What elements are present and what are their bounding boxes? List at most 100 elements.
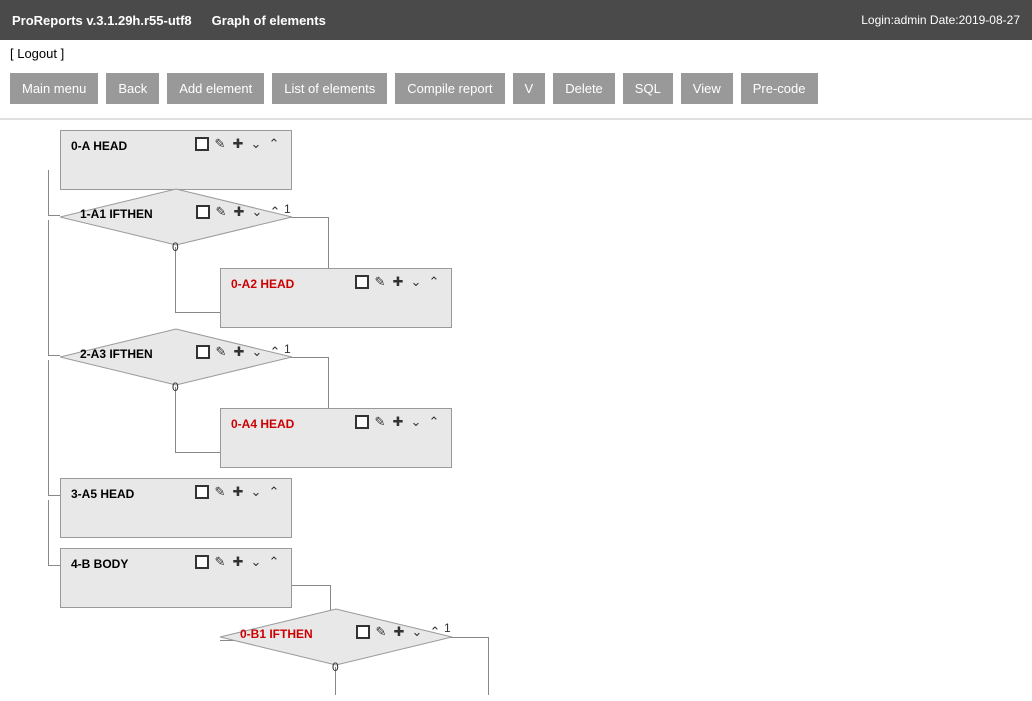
node-label: 0-A4 HEAD bbox=[231, 417, 294, 431]
checkbox[interactable] bbox=[196, 205, 210, 219]
node-controls: ✎ ✚ ⌄ ⌃ bbox=[195, 485, 281, 499]
chevron-down-icon[interactable]: ⌄ bbox=[249, 555, 263, 569]
connector bbox=[48, 170, 49, 215]
logout-row: [ Logout ] bbox=[0, 40, 1032, 67]
plus-icon[interactable]: ✚ bbox=[391, 415, 405, 429]
plus-icon[interactable]: ✚ bbox=[232, 205, 246, 219]
chevron-up-icon[interactable]: ⌃ bbox=[428, 625, 442, 639]
pencil-icon[interactable]: ✎ bbox=[373, 415, 387, 429]
plus-icon[interactable]: ✚ bbox=[392, 625, 406, 639]
node-label: 4-B BODY bbox=[71, 557, 128, 571]
node-label: 0-A HEAD bbox=[71, 139, 127, 153]
chevron-up-icon[interactable]: ⌃ bbox=[267, 137, 281, 151]
node-ifthen[interactable]: 2-A3 IFTHEN ✎ ✚ ⌄ ⌃ bbox=[60, 327, 292, 387]
node-body[interactable]: 4-B BODY ✎ ✚ ⌄ ⌃ bbox=[60, 548, 292, 608]
branch-false-label: 0 bbox=[172, 380, 179, 394]
node-label: 3-A5 HEAD bbox=[71, 487, 134, 501]
chevron-down-icon[interactable]: ⌄ bbox=[249, 485, 263, 499]
main-menu-button[interactable]: Main menu bbox=[10, 73, 98, 104]
pencil-icon[interactable]: ✎ bbox=[373, 275, 387, 289]
node-head[interactable]: 0-A4 HEAD ✎ ✚ ⌄ ⌃ bbox=[220, 408, 452, 468]
chevron-down-icon[interactable]: ⌄ bbox=[409, 275, 423, 289]
v-button[interactable]: V bbox=[513, 73, 546, 104]
delete-button[interactable]: Delete bbox=[553, 73, 615, 104]
branch-true-label: 1 bbox=[444, 621, 451, 635]
branch-true-label: 1 bbox=[284, 342, 291, 356]
graph-canvas[interactable]: 0-A HEAD ✎ ✚ ⌄ ⌃ 1-A1 IFTHEN ✎ ✚ ⌄ ⌃ 1 0… bbox=[0, 120, 1032, 695]
plus-icon[interactable]: ✚ bbox=[231, 137, 245, 151]
pencil-icon[interactable]: ✎ bbox=[213, 137, 227, 151]
node-controls: ✎ ✚ ⌄ ⌃ bbox=[196, 205, 282, 219]
chevron-down-icon[interactable]: ⌄ bbox=[250, 345, 264, 359]
page-title: Graph of elements bbox=[212, 13, 326, 28]
connector bbox=[288, 217, 328, 218]
logout-link[interactable]: [ Logout ] bbox=[10, 46, 64, 61]
pencil-icon[interactable]: ✎ bbox=[213, 485, 227, 499]
checkbox[interactable] bbox=[195, 555, 209, 569]
node-label: 0-B1 IFTHEN bbox=[240, 627, 313, 641]
plus-icon[interactable]: ✚ bbox=[391, 275, 405, 289]
node-head[interactable]: 0-A2 HEAD ✎ ✚ ⌄ ⌃ bbox=[220, 268, 452, 328]
connector bbox=[175, 387, 176, 452]
branch-true-label: 1 bbox=[284, 202, 291, 216]
app-title: ProReports v.3.1.29h.r55-utf8 bbox=[12, 13, 192, 28]
compile-report-button[interactable]: Compile report bbox=[395, 73, 504, 104]
connector bbox=[48, 495, 60, 496]
chevron-down-icon[interactable]: ⌄ bbox=[409, 415, 423, 429]
plus-icon[interactable]: ✚ bbox=[232, 345, 246, 359]
login-info: Login:admin Date:2019-08-27 bbox=[861, 13, 1020, 27]
chevron-down-icon[interactable]: ⌄ bbox=[250, 205, 264, 219]
checkbox[interactable] bbox=[195, 485, 209, 499]
connector bbox=[48, 360, 49, 495]
checkbox[interactable] bbox=[356, 625, 370, 639]
branch-false-label: 0 bbox=[172, 240, 179, 254]
connector bbox=[175, 247, 176, 312]
connector bbox=[48, 220, 49, 355]
back-button[interactable]: Back bbox=[106, 73, 159, 104]
chevron-up-icon[interactable]: ⌃ bbox=[268, 205, 282, 219]
node-controls: ✎ ✚ ⌄ ⌃ bbox=[356, 625, 442, 639]
connector bbox=[175, 452, 220, 453]
precode-button[interactable]: Pre-code bbox=[741, 73, 818, 104]
connector bbox=[290, 585, 330, 586]
plus-icon[interactable]: ✚ bbox=[231, 485, 245, 499]
connector bbox=[48, 565, 60, 566]
node-controls: ✎ ✚ ⌄ ⌃ bbox=[195, 555, 281, 569]
connector bbox=[48, 500, 49, 565]
list-elements-button[interactable]: List of elements bbox=[272, 73, 387, 104]
sql-button[interactable]: SQL bbox=[623, 73, 673, 104]
pencil-icon[interactable]: ✎ bbox=[213, 555, 227, 569]
pencil-icon[interactable]: ✎ bbox=[374, 625, 388, 639]
node-head[interactable]: 0-A HEAD ✎ ✚ ⌄ ⌃ bbox=[60, 130, 292, 190]
connector bbox=[488, 637, 489, 695]
checkbox[interactable] bbox=[355, 275, 369, 289]
connector bbox=[48, 215, 60, 216]
chevron-up-icon[interactable]: ⌃ bbox=[427, 415, 441, 429]
chevron-up-icon[interactable]: ⌃ bbox=[267, 555, 281, 569]
chevron-up-icon[interactable]: ⌃ bbox=[267, 485, 281, 499]
add-element-button[interactable]: Add element bbox=[167, 73, 264, 104]
checkbox[interactable] bbox=[195, 137, 209, 151]
pencil-icon[interactable]: ✎ bbox=[214, 345, 228, 359]
node-label: 1-A1 IFTHEN bbox=[80, 207, 153, 221]
toolbar: Main menu Back Add element List of eleme… bbox=[0, 67, 1032, 120]
node-label: 2-A3 IFTHEN bbox=[80, 347, 153, 361]
chevron-up-icon[interactable]: ⌃ bbox=[427, 275, 441, 289]
chevron-down-icon[interactable]: ⌄ bbox=[249, 137, 263, 151]
topbar: ProReports v.3.1.29h.r55-utf8 Graph of e… bbox=[0, 0, 1032, 40]
chevron-up-icon[interactable]: ⌃ bbox=[268, 345, 282, 359]
chevron-down-icon[interactable]: ⌄ bbox=[410, 625, 424, 639]
node-label: 0-A2 HEAD bbox=[231, 277, 294, 291]
node-head[interactable]: 3-A5 HEAD ✎ ✚ ⌄ ⌃ bbox=[60, 478, 292, 538]
checkbox[interactable] bbox=[355, 415, 369, 429]
checkbox[interactable] bbox=[196, 345, 210, 359]
connector bbox=[448, 637, 488, 638]
node-ifthen[interactable]: 1-A1 IFTHEN ✎ ✚ ⌄ ⌃ bbox=[60, 187, 292, 247]
plus-icon[interactable]: ✚ bbox=[231, 555, 245, 569]
branch-false-label: 0 bbox=[332, 660, 339, 674]
node-controls: ✎ ✚ ⌄ ⌃ bbox=[195, 137, 281, 151]
view-button[interactable]: View bbox=[681, 73, 733, 104]
node-ifthen[interactable]: 0-B1 IFTHEN ✎ ✚ ⌄ ⌃ bbox=[220, 607, 452, 667]
pencil-icon[interactable]: ✎ bbox=[214, 205, 228, 219]
node-controls: ✎ ✚ ⌄ ⌃ bbox=[196, 345, 282, 359]
